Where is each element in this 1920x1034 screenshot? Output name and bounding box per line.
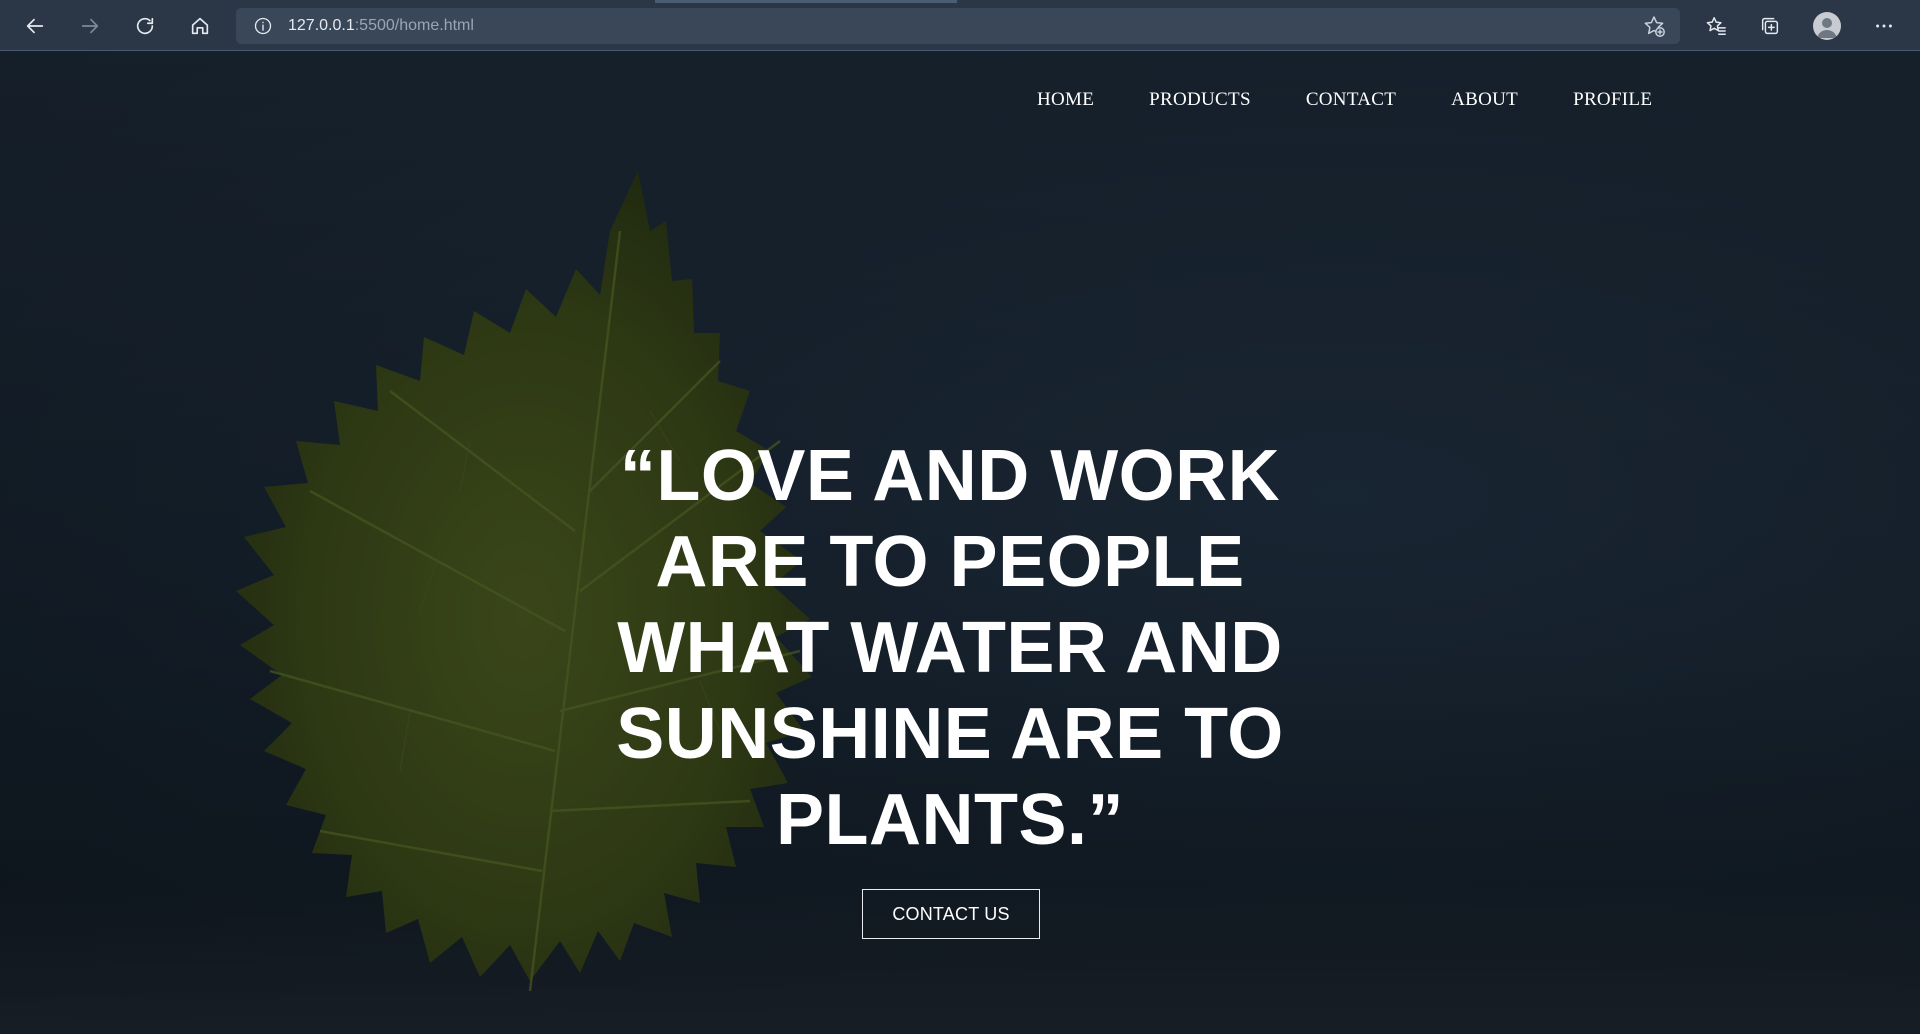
nav-profile-link[interactable]: PROFILE	[1573, 89, 1652, 111]
collections-icon	[1761, 17, 1779, 35]
info-icon	[254, 17, 272, 35]
favorites-button[interactable]	[1700, 10, 1732, 42]
active-tab-indicator	[655, 0, 957, 3]
url-text: 127.0.0.1:5500/home.html	[288, 17, 474, 35]
favorites-icon	[1706, 17, 1726, 35]
refresh-icon	[136, 17, 154, 35]
forward-arrow-icon	[81, 18, 99, 34]
url-host: 127.0.0.1	[288, 17, 355, 34]
collections-button[interactable]	[1754, 10, 1786, 42]
star-add-icon	[1644, 16, 1665, 37]
back-arrow-icon	[26, 18, 44, 34]
more-button[interactable]	[1868, 10, 1900, 42]
add-favorite-button[interactable]	[1642, 14, 1666, 38]
nav-home-link[interactable]: HOME	[1037, 89, 1094, 111]
quote-line: PLANTS.”	[775, 780, 1124, 860]
quote-line: WHAT WATER AND	[617, 608, 1283, 688]
nav-contact-link[interactable]: CONTACT	[1306, 89, 1396, 111]
forward-button[interactable]	[74, 10, 106, 42]
home-button[interactable]	[184, 10, 216, 42]
user-silhouette-icon	[1817, 18, 1837, 38]
profile-avatar[interactable]	[1813, 12, 1841, 40]
home-icon	[191, 17, 209, 35]
hero-quote: “LOVE AND WORK ARE TO PEOPLE WHAT WATER …	[560, 433, 1340, 863]
browser-toolbar: 127.0.0.1:5500/home.html	[0, 0, 1920, 51]
address-bar[interactable]: 127.0.0.1:5500/home.html	[236, 8, 1680, 44]
refresh-button[interactable]	[129, 10, 161, 42]
contact-us-button[interactable]: CONTACT US	[862, 889, 1040, 939]
site-info-button[interactable]	[252, 15, 274, 37]
more-icon	[1876, 24, 1892, 28]
nav-about-link[interactable]: ABOUT	[1451, 89, 1518, 111]
nav-products-link[interactable]: PRODUCTS	[1149, 89, 1251, 111]
quote-line: ARE TO PEOPLE	[655, 522, 1245, 602]
main-navigation: HOME PRODUCTS CONTACT ABOUT PROFILE	[1010, 89, 1652, 111]
home-page: HOME PRODUCTS CONTACT ABOUT PROFILE “LOV…	[0, 51, 1920, 1034]
back-button[interactable]	[19, 10, 51, 42]
url-path: :5500/home.html	[354, 17, 474, 34]
quote-line: SUNSHINE ARE TO	[616, 694, 1284, 774]
quote-line: “LOVE AND WORK	[619, 436, 1281, 516]
